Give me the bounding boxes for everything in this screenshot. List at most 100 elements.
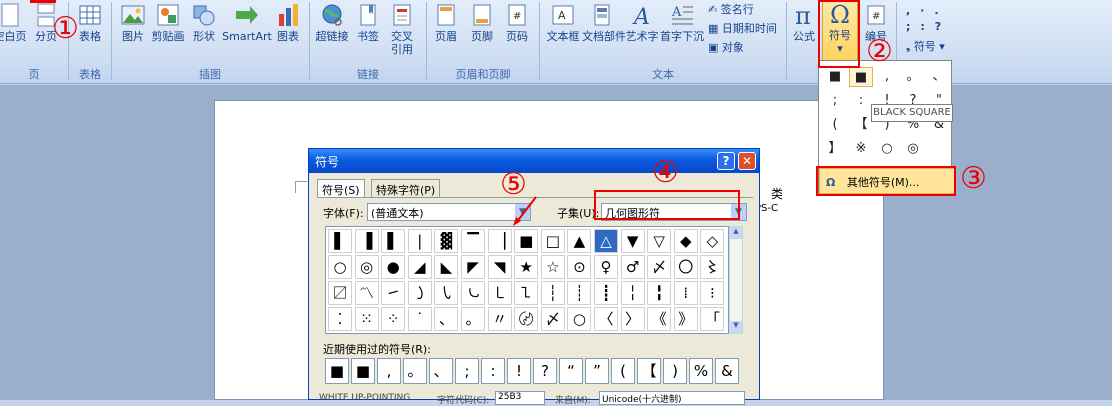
- recent-symbol-cell[interactable]: ): [663, 358, 687, 384]
- symbol-cell[interactable]: ○: [567, 307, 592, 331]
- help-button[interactable]: ?: [717, 152, 735, 170]
- recent-symbol-cell[interactable]: (: [611, 358, 635, 384]
- symbol-cell[interactable]: □: [540, 229, 565, 253]
- clipart-button[interactable]: 剪贴画: [150, 2, 186, 43]
- gallery-symbol[interactable]: ■: [823, 67, 847, 87]
- symbol-cell[interactable]: ▲: [567, 229, 592, 253]
- gallery-symbol[interactable]: 【: [849, 115, 873, 135]
- picture-button[interactable]: 图片: [117, 2, 149, 43]
- recent-symbol-cell[interactable]: 。: [403, 358, 427, 384]
- symbol-cell[interactable]: ▓: [434, 229, 459, 253]
- symbol-cell[interactable]: ㇃: [461, 281, 485, 305]
- symbol-cell[interactable]: ◣: [434, 255, 459, 279]
- recent-symbol-cell[interactable]: “: [559, 358, 583, 384]
- recent-symbol-cell[interactable]: 【: [637, 358, 661, 384]
- smartart-button[interactable]: SmartArt: [222, 2, 272, 43]
- symbol-cell[interactable]: 《: [647, 307, 672, 331]
- symbol-cell[interactable]: 〽: [354, 281, 379, 305]
- gallery-symbol[interactable]: 。: [901, 67, 925, 87]
- symbol-cell[interactable]: ㇅: [514, 281, 539, 305]
- recent-symbol-cell[interactable]: 、: [429, 358, 453, 384]
- signature-line-button[interactable]: ✍ 签名行: [708, 1, 754, 17]
- crossref-button[interactable]: 交叉 引用: [388, 2, 416, 56]
- symbol-cell[interactable]: 〼: [328, 281, 352, 305]
- symbol-cell[interactable]: 〇: [673, 255, 698, 279]
- symbol-cell[interactable]: ▌: [328, 229, 352, 253]
- equation-button[interactable]: π 公式: [790, 2, 818, 43]
- quick-punct-row2[interactable]: ;:?: [906, 20, 951, 33]
- symbol-cell[interactable]: 〄: [514, 307, 539, 331]
- symbol-cell[interactable]: 「: [700, 307, 725, 331]
- symbol-cell[interactable]: ˙: [407, 307, 432, 331]
- symbol-cell[interactable]: ◎: [354, 255, 379, 279]
- gallery-symbol[interactable]: ◎: [901, 139, 925, 159]
- quickparts-button[interactable]: 文档部件: [582, 2, 626, 43]
- hyperlink-button[interactable]: 超链接: [314, 2, 350, 43]
- wordart-button[interactable]: A 艺术字: [624, 2, 660, 43]
- symbol-cell[interactable]: ⁝: [700, 281, 725, 305]
- symbol-cell[interactable]: ▼: [620, 229, 645, 253]
- gallery-symbol[interactable]: ※: [849, 139, 873, 159]
- symbol-cell[interactable]: ⊙: [567, 255, 592, 279]
- symbol-cell[interactable]: ◆: [673, 229, 698, 253]
- symbol-cell[interactable]: ┊: [567, 281, 592, 305]
- symbol-cell[interactable]: △: [594, 229, 618, 253]
- gallery-symbol[interactable]: ○: [875, 139, 899, 159]
- symbol-cell[interactable]: ▔: [461, 229, 485, 253]
- symbol-cell[interactable]: ▐: [354, 229, 379, 253]
- symbol-cell[interactable]: ♂: [620, 255, 645, 279]
- font-select[interactable]: (普通文本) ▼: [367, 203, 531, 221]
- close-button[interactable]: ✕: [738, 152, 756, 170]
- symbol-cell[interactable]: ■: [514, 229, 539, 253]
- symbol-cell[interactable]: ㇂: [434, 281, 459, 305]
- symbol-cell[interactable]: 〆: [647, 255, 672, 279]
- symbol-cell[interactable]: ▕: [487, 229, 512, 253]
- symbol-cell[interactable]: ◇: [700, 229, 725, 253]
- symbol-cell[interactable]: 、: [434, 307, 459, 331]
- special-symbol-button[interactable]: ❟ 符号 ▾: [906, 38, 945, 54]
- symbol-cell[interactable]: ▌: [381, 229, 406, 253]
- recent-symbol-cell[interactable]: ;: [455, 358, 479, 384]
- bookmark-button[interactable]: 书签: [354, 2, 382, 43]
- symbol-cell[interactable]: ⁞: [673, 281, 698, 305]
- symbol-cell[interactable]: 〆: [540, 307, 565, 331]
- symbol-cell[interactable]: ☆: [540, 255, 565, 279]
- footer-button[interactable]: 页脚: [468, 2, 496, 43]
- symbol-cell[interactable]: ㇀: [381, 281, 406, 305]
- symbol-grid-scrollbar[interactable]: ▲ ▼: [729, 226, 743, 334]
- symbol-cell[interactable]: 〈: [594, 307, 618, 331]
- symbol-cell[interactable]: 〻: [700, 255, 725, 279]
- recent-symbol-cell[interactable]: ”: [585, 358, 609, 384]
- tab-symbols[interactable]: 符号(S): [317, 179, 365, 197]
- textbox-button[interactable]: A 文本框: [545, 2, 581, 43]
- gallery-symbol[interactable]: ,: [875, 67, 899, 87]
- quick-punct-row1[interactable]: ,·.: [906, 4, 949, 17]
- symbol-cell[interactable]: |: [407, 229, 432, 253]
- symbol-cell[interactable]: ●: [381, 255, 406, 279]
- scroll-down-icon[interactable]: ▼: [730, 321, 742, 333]
- gallery-symbol[interactable]: ■: [849, 67, 873, 87]
- symbol-cell[interactable]: ⁙: [354, 307, 379, 331]
- gallery-symbol[interactable]: ;: [823, 91, 847, 111]
- page-number-button[interactable]: # 页码: [503, 2, 531, 43]
- gallery-symbol[interactable]: :: [849, 91, 873, 111]
- symbol-cell[interactable]: ┋: [594, 281, 618, 305]
- symbol-cell[interactable]: 〃: [487, 307, 512, 331]
- header-button[interactable]: 页眉: [432, 2, 460, 43]
- symbol-cell[interactable]: ★: [514, 255, 539, 279]
- recent-symbol-cell[interactable]: ?: [533, 358, 557, 384]
- shapes-button[interactable]: 形状: [190, 2, 218, 43]
- object-button[interactable]: ▣ 对象: [708, 39, 744, 55]
- gallery-symbol[interactable]: 、: [927, 67, 951, 87]
- dropcap-button[interactable]: A 首字下沉: [660, 2, 704, 43]
- symbol-cell[interactable]: ㇁: [407, 281, 432, 305]
- symbol-cell[interactable]: 〉: [620, 307, 645, 331]
- from-select[interactable]: Unicode(十六进制): [599, 391, 745, 405]
- symbol-cell[interactable]: ╏: [647, 281, 672, 305]
- symbol-cell[interactable]: ♀: [594, 255, 618, 279]
- tab-special-characters[interactable]: 特殊字符(P): [371, 179, 441, 197]
- symbol-cell[interactable]: ◢: [407, 255, 432, 279]
- recent-symbol-cell[interactable]: &: [715, 358, 739, 384]
- symbol-cell[interactable]: ◤: [461, 255, 485, 279]
- symbol-cell[interactable]: ○: [328, 255, 352, 279]
